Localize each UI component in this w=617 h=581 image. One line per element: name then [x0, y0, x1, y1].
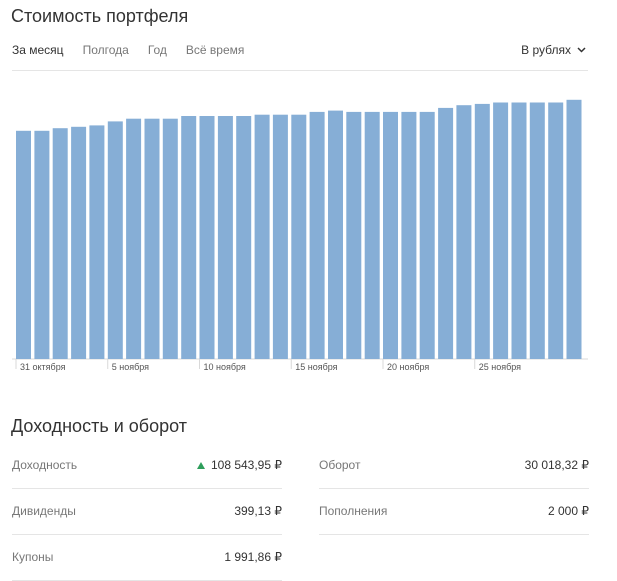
chart-bar[interactable]	[254, 114, 270, 359]
chart-bar[interactable]	[126, 118, 142, 359]
stat-return-label: Доходность	[12, 458, 78, 472]
chart-bar[interactable]	[144, 118, 160, 359]
chart-bar[interactable]	[328, 110, 343, 359]
chart-bar[interactable]	[474, 103, 490, 360]
currency-label: В рублях	[521, 43, 571, 57]
tab-month[interactable]: За месяц	[12, 43, 64, 57]
x-tick-label: 31 октября	[20, 362, 66, 372]
chart-bar[interactable]	[419, 111, 435, 360]
x-tick-label: 10 ноября	[204, 362, 246, 372]
stat-return-value: 108 543,95 ₽	[210, 458, 282, 472]
stat-turnover-value: 30 018,32 ₽	[524, 458, 589, 472]
stat-dividends-value: 399,13 ₽	[234, 504, 282, 518]
chart-bar[interactable]	[16, 130, 31, 359]
chart-bar[interactable]	[548, 102, 564, 360]
chart-bar[interactable]	[199, 116, 215, 359]
chart-bar[interactable]	[236, 116, 252, 359]
chart-bar[interactable]	[346, 111, 362, 360]
trend-up-icon	[196, 461, 205, 469]
x-tick-label: 5 ноября	[112, 362, 149, 372]
stat-coupons: Купоны 1 991,86 ₽	[12, 534, 282, 581]
chart-bar[interactable]	[107, 121, 123, 360]
chart-bar[interactable]	[511, 102, 527, 360]
chart-bar[interactable]	[456, 105, 472, 359]
tabs-divider	[12, 70, 588, 71]
stat-coupons-label: Купоны	[12, 550, 54, 564]
stat-coupons-value: 1 991,86 ₽	[224, 550, 282, 564]
chevron-down-icon	[577, 47, 586, 53]
chart-bar[interactable]	[89, 125, 105, 360]
chart-bar[interactable]	[364, 111, 380, 360]
stat-deposits: Пополнения 2 000 ₽	[319, 488, 589, 535]
chart-bar[interactable]	[272, 114, 288, 359]
portfolio-value-chart: 31 октября 5 ноября 10 ноября 15 ноября 20 н…	[12, 99, 588, 372]
chart-bar[interactable]	[566, 99, 582, 360]
chart-bar[interactable]	[181, 116, 197, 359]
chart-bar[interactable]	[383, 111, 398, 360]
chart-bar[interactable]	[71, 126, 87, 359]
tab-all-time[interactable]: Всё время	[186, 43, 244, 57]
stat-dividends: Дивиденды 399,13 ₽	[12, 488, 282, 535]
chart-bar[interactable]	[401, 111, 417, 360]
chart-bar[interactable]	[438, 107, 454, 360]
stat-turnover-label: Оборот	[319, 458, 361, 472]
section-title-returns: Доходность и оборот	[11, 416, 187, 436]
chart-bar[interactable]	[52, 128, 68, 359]
stat-dividends-label: Дивиденды	[12, 504, 76, 518]
x-tick-label: 15 ноября	[295, 362, 337, 372]
stat-deposits-value: 2 000 ₽	[548, 504, 589, 518]
tab-year[interactable]: Год	[148, 43, 167, 57]
chart-bar[interactable]	[493, 102, 509, 360]
chart-bar[interactable]	[309, 111, 325, 360]
stat-deposits-label: Пополнения	[319, 504, 388, 518]
chart-bar[interactable]	[162, 118, 178, 359]
chart-bar[interactable]	[291, 114, 307, 359]
stat-turnover: Оборот 30 018,32 ₽	[319, 442, 589, 489]
stat-return: Доходность 108 543,95 ₽	[12, 442, 282, 489]
chart-bar[interactable]	[217, 116, 233, 359]
currency-select[interactable]: В рублях	[521, 43, 586, 57]
chart-bar[interactable]	[529, 102, 545, 360]
tab-half-year[interactable]: Полгода	[83, 43, 129, 57]
x-tick-label: 25 ноября	[479, 362, 521, 372]
page-title: Стоимость портфеля	[11, 6, 189, 26]
chart-bar[interactable]	[34, 130, 50, 359]
x-tick-label: 20 ноября	[387, 362, 429, 372]
period-tabs: За месяц Полгода Год Всё время	[12, 43, 244, 57]
